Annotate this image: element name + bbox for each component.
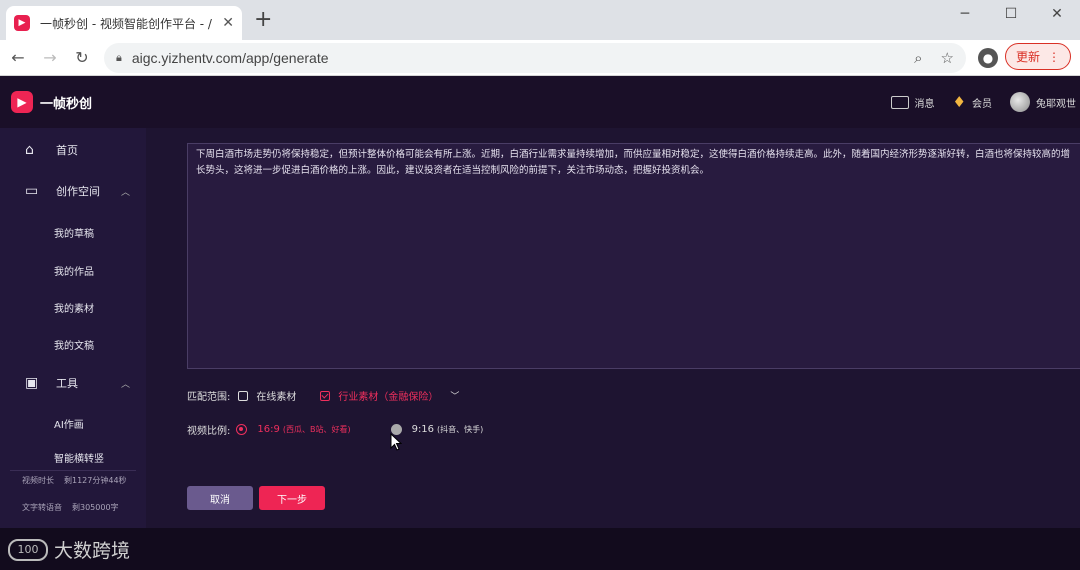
next-step-button[interactable]: 下一步 (259, 486, 325, 510)
logo-icon: ▶ (11, 91, 33, 113)
sidebar-item-tools[interactable]: ▣ 工具 ︿ (0, 368, 146, 398)
ratio-row: 视频比例: 16:9 (西瓜、B站、好看) 9:16 (抖音、快手) (187, 422, 483, 437)
update-button[interactable]: 更新 ⋮ (1005, 43, 1071, 70)
avatar (1010, 92, 1030, 112)
lock-icon: 🔒︎ (116, 51, 122, 64)
sidebar-label: 工具 (56, 377, 78, 390)
new-tab-icon[interactable]: + (254, 9, 272, 31)
sidebar-item-home[interactable]: ⌂ 首页 (0, 135, 146, 165)
minimize-icon[interactable]: ─ (942, 0, 988, 28)
ratio-9-16-hint: (抖音、快手) (437, 425, 484, 434)
mail-icon (890, 95, 909, 109)
browser-tab[interactable]: ▶ 一帧秒创 - 视频智能创作平台 - / ✕ (6, 6, 242, 40)
back-arrow-icon[interactable]: ← (2, 42, 34, 74)
user-menu[interactable]: 兔耶观世 (1010, 92, 1076, 112)
update-label: 更新 (1015, 50, 1040, 64)
more-vert-icon: ⋮ (1048, 49, 1060, 64)
logo-text: 一帧秒创 (40, 96, 93, 112)
match-range-row: 匹配范围: 在线素材 行业素材（金融保险） ﹀ (187, 388, 459, 403)
cancel-button[interactable]: 取消 (187, 486, 253, 510)
main-panel: 下周白酒市场走势仍将保持稳定，但预计整体价格可能会有所上涨。近期，白酒行业需求量… (146, 128, 1080, 528)
profile-icon[interactable]: ● (978, 48, 998, 68)
sidebar-label: 智能横转竖 (54, 453, 104, 465)
messages-label: 消息 (914, 98, 935, 110)
watermark-text: 大数跨境 (54, 540, 131, 562)
watermark-logo-icon: 100 (8, 538, 48, 561)
close-tab-icon[interactable]: ✕ (222, 15, 234, 31)
ratio-16-9-label: 16:9 (257, 424, 280, 435)
zoom-icon[interactable]: ⌕ (914, 49, 922, 67)
usage-label: 文字转语音 (22, 503, 62, 512)
vip-button[interactable]: ♦ 会员 (953, 93, 992, 111)
browser-toolbar: ← → ↻ 🔒︎ aigc.yizhentv.com/app/generate … (0, 40, 1080, 76)
sidebar-label: 我的草稿 (54, 228, 94, 240)
sidebar-item-works[interactable]: 我的作品 (0, 255, 146, 285)
mouse-cursor-icon (390, 433, 402, 451)
sidebar-item-drafts[interactable]: 我的草稿 (0, 217, 146, 247)
bookmark-star-icon[interactable]: ☆ (941, 49, 954, 67)
match-range-label: 匹配范围: (187, 392, 231, 403)
app-favicon-icon: ▶ (14, 15, 30, 31)
sidebar-item-materials[interactable]: 我的素材 (0, 292, 146, 322)
chevron-down-icon[interactable]: ﹀ (450, 389, 459, 402)
sidebar-item-ai-painting[interactable]: AI作画 (0, 408, 146, 438)
home-icon: ⌂ (25, 142, 34, 158)
industry-material-label: 行业素材（金融保险） (338, 392, 439, 403)
sidebar-label: AI作画 (54, 419, 84, 431)
window-controls: ─ ☐ ✕ (942, 0, 1080, 28)
tab-title: 一帧秒创 - 视频智能创作平台 - / (40, 16, 212, 31)
forward-arrow-icon[interactable]: → (34, 42, 66, 74)
url-text: aigc.yizhentv.com/app/generate (131, 50, 329, 66)
sidebar-label: 我的文稿 (54, 340, 94, 352)
sidebar-label: 创作空间 (56, 185, 100, 198)
chevron-up-icon: ︿ (120, 187, 130, 198)
toolbox-icon: ▣ (25, 375, 39, 391)
ratio-16-9-hint: (西瓜、B站、好看) (282, 425, 351, 434)
usage-label: 视频时长 (22, 476, 54, 485)
sidebar-label: 首页 (56, 144, 78, 157)
sidebar-item-documents[interactable]: 我的文稿 (0, 329, 146, 359)
sidebar-item-smart-convert[interactable]: 智能横转竖 (0, 446, 146, 468)
industry-material-checkbox[interactable] (320, 390, 331, 401)
sidebar-label: 我的作品 (54, 266, 94, 278)
reload-icon[interactable]: ↻ (66, 42, 98, 74)
close-window-icon[interactable]: ✕ (1034, 0, 1080, 28)
usage-value: 剩1127分钟44秒 (64, 476, 127, 485)
diamond-icon: ♦ (952, 93, 966, 111)
ratio-label: 视频比例: (187, 426, 231, 437)
bottom-bar (0, 528, 1080, 570)
usage-video-duration: 视频时长 剩1127分钟44秒 (10, 470, 136, 486)
user-name: 兔耶观世 (1036, 98, 1076, 110)
watermark: 100 大数跨境 (8, 536, 130, 563)
messages-button[interactable]: 消息 (890, 95, 935, 110)
script-textarea[interactable]: 下周白酒市场走势仍将保持稳定，但预计整体价格可能会有所上涨。近期，白酒行业需求量… (187, 143, 1080, 369)
sidebar-label: 我的素材 (54, 303, 94, 315)
sidebar: ⌂ 首页 ▭ 创作空间 ︿ 我的草稿 我的作品 我的素材 我的文稿 ▣ 工具 ︿… (0, 128, 146, 528)
usage-tts: 文字转语音 剩305000字 (10, 498, 136, 513)
online-material-checkbox[interactable] (238, 390, 249, 401)
chevron-up-icon: ︿ (120, 379, 130, 390)
online-material-label: 在线素材 (256, 392, 297, 403)
address-bar[interactable]: 🔒︎ aigc.yizhentv.com/app/generate ⌕ ☆ (104, 43, 966, 73)
usage-value: 剩305000字 (72, 503, 119, 512)
vip-label: 会员 (972, 98, 992, 110)
ratio-16-9-radio[interactable] (236, 424, 248, 435)
ratio-9-16-label: 9:16 (411, 424, 435, 435)
browser-tab-bar: ▶ 一帧秒创 - 视频智能创作平台 - / ✕ + ─ ☐ ✕ (0, 0, 1080, 40)
monitor-icon: ▭ (25, 183, 39, 199)
sidebar-item-workspace[interactable]: ▭ 创作空间 ︿ (0, 176, 146, 206)
maximize-icon[interactable]: ☐ (988, 0, 1034, 28)
app-header: ▶ 一帧秒创 消息 ♦ 会员 兔耶观世 (0, 76, 1080, 128)
